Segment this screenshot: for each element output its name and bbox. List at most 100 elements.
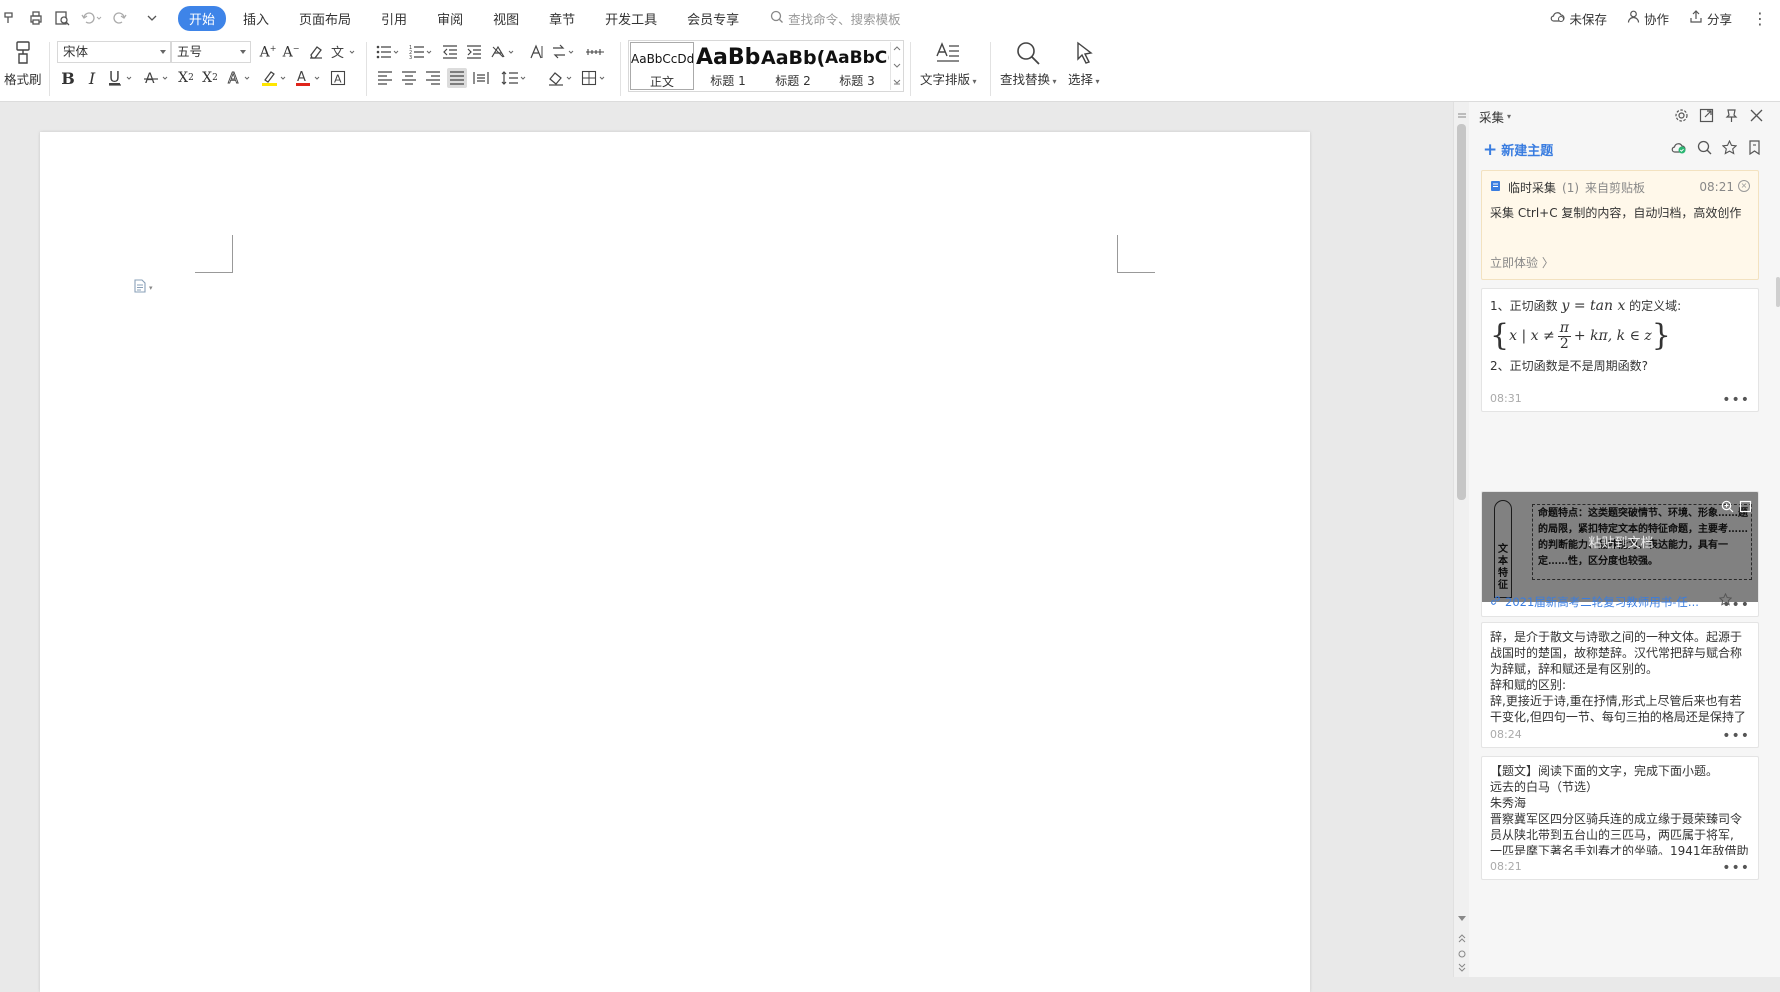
more-icon[interactable]: ••• bbox=[1722, 393, 1750, 407]
new-topic-button[interactable]: + 新建主题 bbox=[1483, 140, 1553, 159]
bullet-list-icon[interactable] bbox=[375, 42, 403, 62]
find-replace-button[interactable]: 查找替换 ▾ bbox=[1000, 40, 1057, 88]
align-left-icon[interactable] bbox=[375, 68, 395, 88]
sync-cloud-icon[interactable] bbox=[1671, 140, 1687, 159]
document-page[interactable]: ▾ bbox=[40, 132, 1310, 992]
styles-scroll[interactable] bbox=[890, 42, 902, 90]
tab-review[interactable]: 审阅 bbox=[424, 6, 476, 31]
align-right-icon[interactable] bbox=[423, 68, 443, 88]
unsaved-label: 未保存 bbox=[1569, 11, 1607, 27]
search-icon[interactable] bbox=[1697, 140, 1712, 159]
chinese-layout-icon[interactable] bbox=[490, 42, 518, 62]
clear-format-icon[interactable] bbox=[306, 42, 326, 62]
style-heading-2[interactable]: AaBb( 标题 2 bbox=[761, 42, 825, 90]
show-hide-marks-icon[interactable] bbox=[584, 42, 606, 62]
image-source-link[interactable]: 2021届新高考二轮复习教师用书-任... bbox=[1490, 594, 1699, 610]
collected-image-card[interactable]: 文本特征 命题特点：这类题突破情节、环境、形象……题的局限，紧扣特定文本的特征命… bbox=[1481, 491, 1759, 617]
font-size-select[interactable]: 五号 bbox=[171, 41, 251, 63]
chevron-down-icon[interactable]: ▾ bbox=[1507, 112, 1511, 121]
tab-member[interactable]: 会员专享 bbox=[674, 6, 752, 31]
star-icon[interactable] bbox=[1721, 139, 1738, 159]
redo-icon[interactable] bbox=[112, 10, 134, 26]
clipboard-collect-card[interactable]: 临时采集 (1) 来自剪贴板 08:21 × 采集 Ctrl+C 复制的内容，自… bbox=[1481, 170, 1759, 280]
unsaved-button[interactable]: 未保存 bbox=[1550, 9, 1607, 28]
font-name-select[interactable]: 宋体 bbox=[57, 41, 171, 63]
subscript-icon[interactable]: X2 bbox=[200, 68, 220, 88]
more-icon[interactable]: ••• bbox=[1722, 598, 1750, 612]
text-direction-icon[interactable] bbox=[526, 42, 546, 62]
pin-icon[interactable] bbox=[1724, 108, 1739, 127]
try-now-link[interactable]: 立即体验 〉 bbox=[1490, 254, 1554, 271]
collaborate-button[interactable]: 协作 bbox=[1627, 9, 1669, 28]
clip-time: 08:21 bbox=[1699, 180, 1734, 194]
settings-gear-icon[interactable] bbox=[1674, 108, 1689, 127]
font-color-icon[interactable]: A bbox=[294, 68, 324, 88]
line-spacing-icon[interactable] bbox=[500, 68, 530, 88]
customize-dropdown-icon[interactable] bbox=[144, 10, 160, 26]
superscript-icon[interactable]: X2 bbox=[176, 68, 196, 88]
tab-references[interactable]: 引用 bbox=[368, 6, 420, 31]
print-icon[interactable] bbox=[28, 10, 44, 26]
shrink-font-icon[interactable]: A− bbox=[281, 42, 301, 62]
style-normal[interactable]: AaBbCcDd 正文 bbox=[630, 42, 694, 90]
tab-view[interactable]: 视图 bbox=[480, 6, 532, 31]
tab-start[interactable]: 开始 bbox=[178, 5, 227, 31]
highlight-icon[interactable] bbox=[260, 68, 290, 88]
scroll-split-icon[interactable] bbox=[1457, 106, 1467, 125]
strikethrough-icon[interactable]: A bbox=[142, 68, 172, 88]
undo-icon[interactable] bbox=[80, 10, 102, 26]
phonetic-guide-icon[interactable]: 文 bbox=[330, 42, 358, 62]
command-search[interactable]: 查找命令、搜索模板 bbox=[770, 9, 901, 28]
vertical-scrollbar[interactable] bbox=[1453, 102, 1469, 977]
paragraph-options-button[interactable]: ▾ bbox=[133, 278, 153, 297]
collected-item-card[interactable]: 辞，是介于散文与诗歌之间的一种文体。起源于 战国时的楚国，故称楚辞。汉代常把辞与… bbox=[1481, 622, 1759, 748]
document-area[interactable]: ▾ bbox=[0, 102, 1453, 992]
close-icon[interactable]: × bbox=[1738, 180, 1750, 192]
paste-to-document-button[interactable]: 粘贴到文档 bbox=[1482, 532, 1758, 551]
crop-icon[interactable] bbox=[1739, 498, 1752, 517]
bold-icon[interactable]: B bbox=[58, 68, 78, 88]
grow-font-icon[interactable]: A+ bbox=[258, 42, 278, 62]
panel-title[interactable]: 采集 bbox=[1479, 107, 1504, 126]
underline-icon[interactable]: U bbox=[106, 68, 136, 88]
collected-item-card[interactable]: 【题文】阅读下面的文字，完成下面小题。 远去的白马（节选） 朱秀海 晋察冀军区四… bbox=[1481, 756, 1759, 880]
panel-scrollbar-thumb[interactable] bbox=[1776, 277, 1780, 307]
expand-panel-icon[interactable] bbox=[1699, 108, 1714, 127]
tab-developer[interactable]: 开发工具 bbox=[592, 6, 670, 31]
zoom-in-icon[interactable] bbox=[1721, 498, 1734, 517]
text-effect-icon[interactable]: A bbox=[226, 68, 254, 88]
borders-icon[interactable] bbox=[580, 68, 610, 88]
style-heading-1[interactable]: AaBb 标题 1 bbox=[696, 42, 760, 90]
more-vertical-icon[interactable]: ⋮ bbox=[1752, 9, 1768, 28]
shading-icon[interactable] bbox=[546, 68, 576, 88]
align-center-icon[interactable] bbox=[399, 68, 419, 88]
print-preview-icon[interactable] bbox=[54, 10, 70, 26]
italic-icon[interactable]: I bbox=[82, 68, 102, 88]
svg-text:文: 文 bbox=[331, 46, 344, 60]
tab-insert[interactable]: 插入 bbox=[230, 6, 282, 31]
decrease-indent-icon[interactable] bbox=[440, 42, 460, 62]
text-layout-button[interactable]: 文字排版 ▾ bbox=[920, 40, 977, 88]
justify-icon[interactable] bbox=[447, 68, 467, 88]
character-border-icon[interactable]: A bbox=[328, 68, 348, 88]
more-icon[interactable]: ••• bbox=[1722, 729, 1750, 743]
close-icon[interactable] bbox=[1749, 108, 1764, 127]
format-painter-mini-icon[interactable] bbox=[2, 10, 18, 26]
collected-item-card[interactable]: 1、正切函数 y = tan x 的定义域: { x | x ≠ π 2 + k… bbox=[1481, 288, 1759, 412]
distributed-align-icon[interactable] bbox=[471, 68, 491, 88]
tab-chapter[interactable]: 章节 bbox=[536, 6, 588, 31]
tab-page-layout[interactable]: 页面布局 bbox=[286, 6, 364, 31]
paragraph-sort-icon[interactable] bbox=[550, 42, 578, 62]
scrollbar-thumb[interactable] bbox=[1457, 124, 1466, 500]
bookmark-icon[interactable] bbox=[1747, 140, 1762, 159]
share-button[interactable]: 分享 bbox=[1689, 9, 1732, 28]
increase-indent-icon[interactable] bbox=[464, 42, 484, 62]
select-button[interactable]: 选择 ▾ bbox=[1068, 40, 1100, 88]
numbered-list-icon[interactable]: 123 bbox=[408, 42, 436, 62]
scroll-down-arrow-icon[interactable] bbox=[1457, 908, 1467, 927]
more-icon[interactable]: ••• bbox=[1722, 861, 1750, 875]
next-page-icon[interactable] bbox=[1457, 958, 1467, 977]
style-heading-3[interactable]: AaBbC( 标题 3 bbox=[825, 42, 889, 90]
format-painter-button[interactable]: 格式刷 bbox=[4, 40, 42, 88]
collected-image[interactable]: 文本特征 命题特点：这类题突破情节、环境、形象……题的局限，紧扣特定文本的特征命… bbox=[1482, 492, 1758, 602]
